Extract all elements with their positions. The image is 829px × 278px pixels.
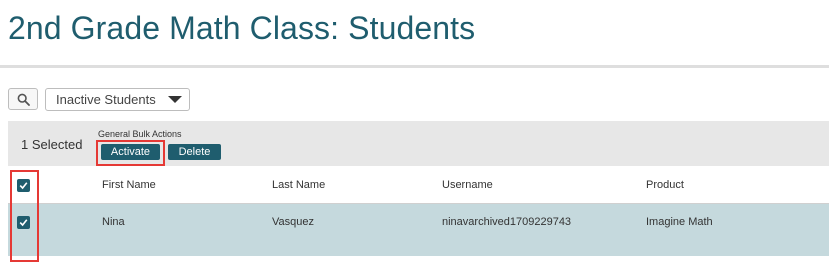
checkmark-icon (19, 182, 28, 190)
delete-button[interactable]: Delete (168, 144, 221, 160)
column-header-last-name[interactable]: Last Name (272, 179, 325, 191)
cell-last-name: Vasquez (272, 216, 314, 228)
search-button[interactable] (8, 88, 38, 110)
row-checkbox[interactable] (17, 216, 30, 229)
student-status-select[interactable]: Inactive Students (45, 88, 190, 111)
activate-button[interactable]: Activate (101, 144, 160, 160)
bulk-actions-label: General Bulk Actions (98, 129, 182, 139)
cell-username: ninavarchived1709229743 (442, 216, 572, 228)
student-status-select-value: Inactive Students (56, 92, 156, 107)
table-row[interactable] (8, 204, 829, 256)
column-header-product[interactable]: Product (646, 179, 684, 191)
students-page: 2nd Grade Math Class: Students Inactive … (0, 0, 829, 278)
select-all-checkbox[interactable] (17, 179, 30, 192)
column-header-first-name[interactable]: First Name (102, 179, 156, 191)
page-title: 2nd Grade Math Class: Students (8, 10, 476, 46)
checkmark-icon (19, 219, 28, 227)
caret-down-icon (168, 96, 182, 103)
search-icon (17, 93, 30, 106)
column-header-username[interactable]: Username (442, 179, 493, 191)
cell-product: Imagine Math (646, 216, 713, 228)
cell-first-name: Nina (102, 216, 125, 228)
selected-count: 1 Selected (21, 137, 83, 152)
title-divider (0, 65, 829, 68)
